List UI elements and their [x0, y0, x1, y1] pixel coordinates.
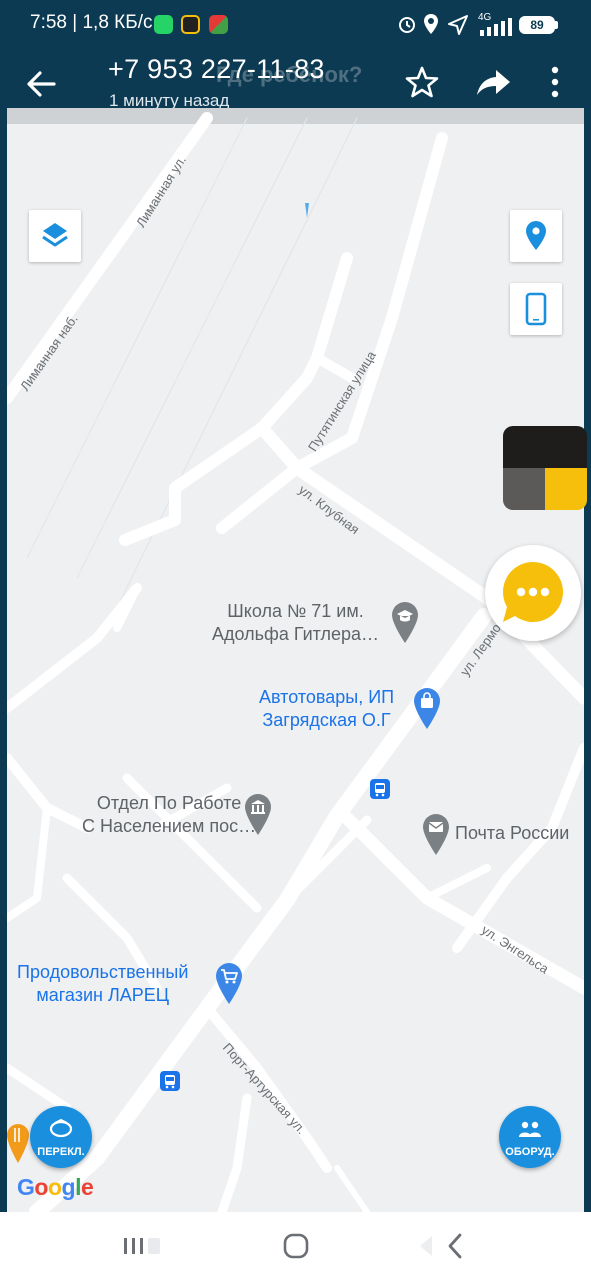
- poi-name: Продовольственный: [17, 962, 189, 982]
- status-time: 7:58 | 1,8 КБ/с: [30, 12, 153, 33]
- poi-label[interactable]: Отдел По Работе С Населением пос…: [82, 792, 256, 838]
- map-view[interactable]: Лиманная ул. Лиманная наб. Путятинская у…: [7, 108, 584, 1212]
- status-bar: 7:58 | 1,8 КБ/с 4G 89: [0, 0, 591, 48]
- poi-label[interactable]: Школа № 71 им. Адольфа Гитлера…: [212, 600, 379, 646]
- widget-bottom-right: [545, 468, 587, 510]
- poi-name: Отдел По Работе: [96, 793, 242, 813]
- switch-button[interactable]: ПЕРЕКЛ.: [30, 1106, 92, 1168]
- bus-stop-icon[interactable]: [160, 1071, 180, 1091]
- location-status-icon: [424, 14, 438, 34]
- phone-icon: [525, 292, 547, 326]
- app-store-icon: [209, 15, 228, 34]
- recent-apps-button[interactable]: [112, 1232, 172, 1260]
- shopping-cart-icon[interactable]: [214, 961, 244, 1005]
- app-notification-icon: [181, 15, 200, 34]
- poi-name: Почта России: [455, 823, 570, 843]
- poi-label[interactable]: Почта России: [455, 822, 569, 845]
- map-roads: [7, 108, 584, 1212]
- poi-name: магазин ЛАРЕЦ: [36, 985, 170, 1005]
- poi-name: Загрядская О.Г: [262, 710, 391, 730]
- layers-icon: [42, 223, 68, 247]
- bus-stop-icon[interactable]: [370, 779, 390, 799]
- devices-icon: [519, 1121, 541, 1137]
- restaurant-icon[interactable]: [7, 1120, 29, 1164]
- more-options-icon[interactable]: [540, 64, 570, 100]
- poi-label[interactable]: Продовольственный магазин ЛАРЕЦ: [17, 961, 188, 1007]
- chat-bubble-icon: [502, 562, 563, 622]
- battery-level: 89: [521, 18, 553, 32]
- share-icon[interactable]: [474, 64, 514, 100]
- device-label: ОБОРУД.: [505, 1146, 555, 1158]
- my-location-button[interactable]: [510, 210, 562, 262]
- poi-label[interactable]: Автотовары, ИП Загрядская О.Г: [259, 686, 394, 732]
- signal-icon: [480, 18, 512, 36]
- alarm-icon: [399, 17, 415, 33]
- page-title: +7 953 227-11-83: [108, 54, 325, 84]
- switch-icon: [49, 1118, 73, 1138]
- app-widget[interactable]: [503, 426, 587, 510]
- government-icon[interactable]: [243, 792, 273, 836]
- battery-tip: [555, 21, 558, 29]
- whatsapp-icon: [154, 15, 173, 34]
- poi-name: Адольфа Гитлера…: [212, 624, 380, 644]
- home-button[interactable]: [276, 1232, 316, 1260]
- shopping-bag-icon[interactable]: [412, 686, 442, 730]
- mail-icon[interactable]: [421, 812, 451, 856]
- poi-name: С Населением пос…: [82, 816, 257, 836]
- phone-location-button[interactable]: [510, 283, 562, 335]
- back-nav-button[interactable]: [414, 1232, 464, 1260]
- google-logo: Google: [17, 1174, 94, 1200]
- system-nav-bar: [0, 1212, 591, 1280]
- widget-bottom-left: [503, 468, 545, 510]
- screen: 7:58 | 1,8 КБ/с 4G 89 Где ребёнок? +7 95…: [0, 0, 591, 1280]
- battery-icon: 89: [519, 16, 555, 34]
- star-icon[interactable]: [404, 64, 440, 100]
- device-button[interactable]: ОБОРУД.: [499, 1106, 561, 1168]
- poi-name: Школа № 71 им.: [227, 601, 364, 621]
- poi-name: Автотовары, ИП: [259, 687, 395, 707]
- switch-label: ПЕРЕКЛ.: [37, 1146, 85, 1158]
- location-pin-icon: [526, 221, 546, 250]
- navigation-icon: [448, 15, 468, 35]
- layers-button[interactable]: [29, 210, 81, 262]
- graduation-cap-icon[interactable]: [390, 600, 420, 644]
- back-arrow-icon[interactable]: [20, 62, 64, 106]
- chat-button[interactable]: [485, 545, 581, 641]
- widget-top: [503, 426, 587, 468]
